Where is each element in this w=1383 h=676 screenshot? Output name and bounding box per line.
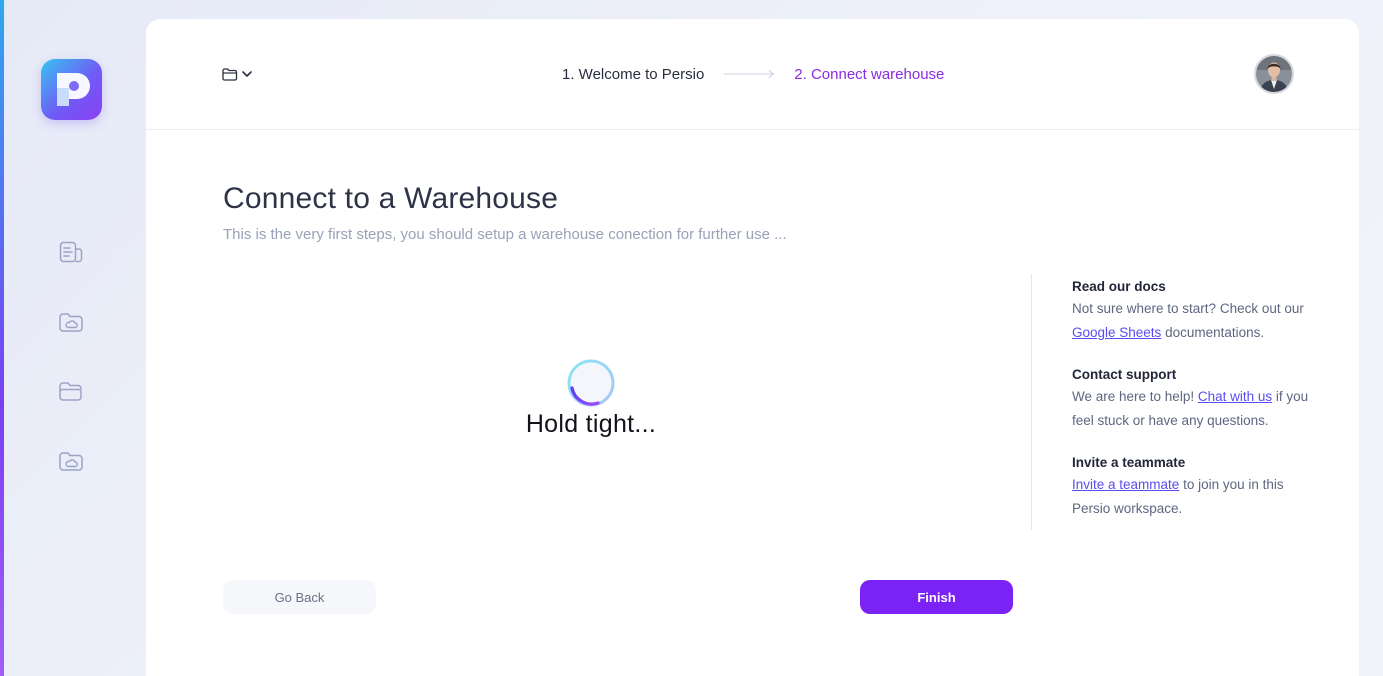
help-invite-text: Invite a teammate to join you in this Pe…	[1072, 473, 1322, 521]
folder-icon	[222, 67, 238, 81]
help-support-title: Contact support	[1072, 367, 1177, 382]
loading-state: Hold tight...	[486, 358, 696, 448]
go-back-button[interactable]: Go Back	[223, 580, 376, 614]
help-docs: Read our docs Not sure where to start? C…	[1072, 277, 1322, 345]
help-panel: Read our docs Not sure where to start? C…	[1072, 275, 1322, 541]
loading-text: Hold tight...	[525, 410, 657, 438]
cloud-folder-icon	[59, 313, 83, 332]
document-icon	[59, 241, 83, 263]
vertical-divider	[1031, 274, 1032, 530]
help-docs-text: Not sure where to start? Check out our G…	[1072, 297, 1322, 345]
chevron-down-icon	[242, 71, 252, 77]
help-docs-title: Read our docs	[1072, 279, 1166, 294]
loading-spinner-icon	[567, 359, 615, 407]
open-folder-icon	[59, 382, 82, 401]
step-connect-warehouse[interactable]: 2. Connect warehouse	[794, 66, 944, 83]
help-docs-text-after: documentations.	[1161, 325, 1265, 340]
page-title: Connect to a Warehouse	[223, 182, 559, 215]
finish-button[interactable]: Finish	[860, 580, 1013, 614]
help-support-text: We are here to help! Chat with us if you…	[1072, 385, 1322, 433]
cloud-folder-icon	[59, 452, 83, 471]
help-support: Contact support We are here to help! Cha…	[1072, 365, 1322, 433]
help-support-text-before: We are here to help!	[1072, 389, 1198, 404]
step-arrow-icon	[724, 69, 776, 79]
sidebar-item-cloud-folder-2[interactable]	[58, 448, 84, 474]
step-welcome[interactable]: 1. Welcome to Persio	[562, 66, 704, 83]
sidebar-item-documents[interactable]	[58, 239, 84, 265]
sidebar-item-folder[interactable]	[58, 378, 84, 404]
invite-teammate-link[interactable]: Invite a teammate	[1072, 477, 1179, 492]
help-invite-title: Invite a teammate	[1072, 455, 1186, 470]
main-panel: 1. Welcome to Persio 2. Connect warehous…	[146, 19, 1359, 676]
persio-logo-icon[interactable]	[41, 59, 102, 120]
google-sheets-docs-link[interactable]: Google Sheets	[1072, 325, 1161, 340]
stepper: 1. Welcome to Persio 2. Connect warehous…	[562, 63, 944, 85]
sidebar	[4, 0, 146, 676]
folder-dropdown[interactable]	[222, 65, 253, 83]
top-bar: 1. Welcome to Persio 2. Connect warehous…	[146, 19, 1359, 130]
page-subtitle: This is the very first steps, you should…	[223, 226, 787, 243]
user-avatar[interactable]	[1254, 54, 1294, 94]
help-invite: Invite a teammate Invite a teammate to j…	[1072, 453, 1322, 521]
sidebar-item-cloud-folder[interactable]	[58, 309, 84, 335]
help-docs-text-before: Not sure where to start? Check out our	[1072, 301, 1304, 316]
chat-with-us-link[interactable]: Chat with us	[1198, 389, 1272, 404]
